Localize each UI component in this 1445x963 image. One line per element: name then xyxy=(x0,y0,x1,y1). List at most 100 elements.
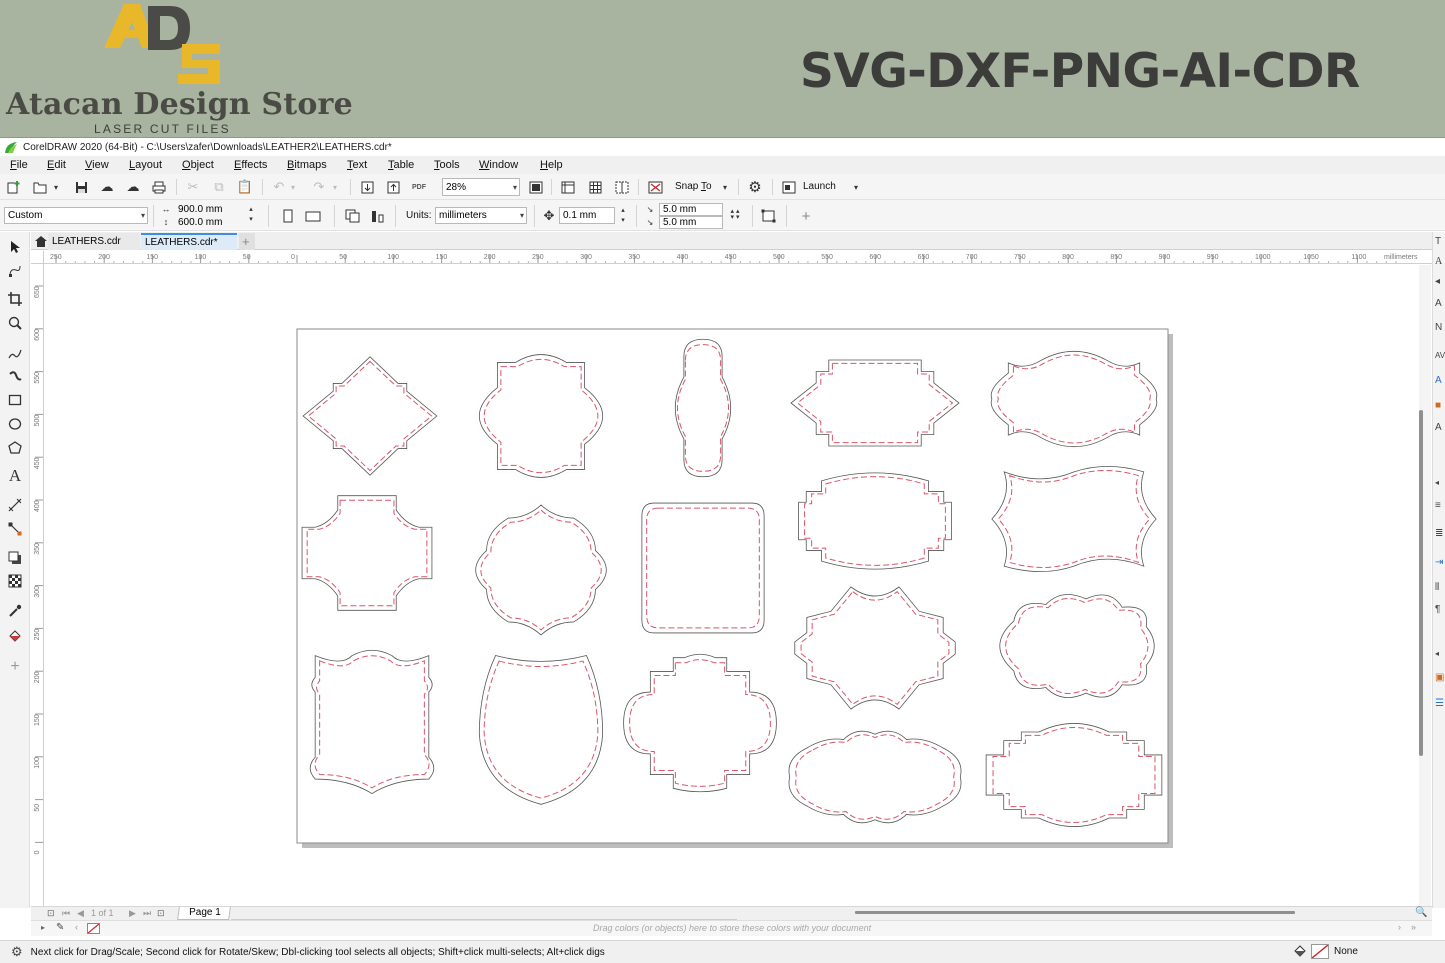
next-page-icon[interactable]: ▶ xyxy=(129,908,136,919)
landscape-orientation-icon[interactable] xyxy=(304,207,322,225)
menu-view[interactable]: View xyxy=(85,159,109,171)
text-tool-icon[interactable]: A xyxy=(4,465,26,487)
add-page-icon[interactable]: ⊡ xyxy=(157,908,165,919)
docker-arrow-icon[interactable]: ◂ xyxy=(1435,276,1445,288)
fill-bucket-icon[interactable] xyxy=(1293,945,1309,962)
show-grid-icon[interactable] xyxy=(586,178,604,196)
cloud-upload-icon[interactable]: ☁ xyxy=(98,178,116,196)
show-guidelines-icon[interactable] xyxy=(613,178,631,196)
menu-object[interactable]: Object xyxy=(182,159,214,171)
docker-columns-icon[interactable]: ⫴ xyxy=(1435,582,1445,594)
zoom-navigator-icon[interactable]: 🔍 xyxy=(1415,907,1427,918)
new-tab-plus-icon[interactable]: + xyxy=(239,233,255,250)
snap-to-button[interactable]: Snap To xyxy=(675,181,712,192)
docker-align-icon[interactable]: ≡ xyxy=(1435,500,1445,512)
status-settings-gear-icon[interactable]: ⚙ xyxy=(11,944,23,960)
parallel-dimension-tool-icon[interactable] xyxy=(4,494,26,516)
menu-layout[interactable]: Layout xyxy=(129,159,162,171)
undo-icon[interactable]: ↶ xyxy=(270,178,288,196)
snap-off-icon[interactable] xyxy=(646,178,664,196)
docker-font-a-icon[interactable]: A xyxy=(1435,298,1445,310)
menu-file[interactable]: File xyxy=(10,159,28,171)
page-preset-chevron-icon[interactable]: ▾ xyxy=(141,211,145,220)
save-icon[interactable] xyxy=(72,178,90,196)
tab-leathers-cdr-active[interactable]: LEATHERS.cdr* xyxy=(141,233,237,250)
snap-to-dropdown-chevron-icon[interactable]: ▾ xyxy=(720,178,730,196)
redo-dropdown-chevron-icon[interactable]: ▾ xyxy=(330,178,340,196)
palette-menu-icon[interactable]: ▸ xyxy=(41,923,45,932)
redo-icon[interactable]: ↷ xyxy=(310,178,328,196)
transparency-tool-icon[interactable] xyxy=(4,570,26,592)
nudge-distance-input[interactable]: 0.1 mm xyxy=(559,207,615,224)
docker-chevron-icon[interactable]: ◂ xyxy=(1435,477,1445,489)
duplicate-spinner-icon[interactable]: ▴ ▴ ▾ ▾ xyxy=(724,203,746,227)
export-icon[interactable] xyxy=(384,178,402,196)
docker-collapse-icon[interactable]: ◂ xyxy=(1435,648,1445,660)
page-width-input[interactable]: 900.0 mm xyxy=(175,203,241,216)
menu-table[interactable]: Table xyxy=(388,159,414,171)
docker-orange-icon[interactable]: ■ xyxy=(1435,400,1445,412)
artistic-media-tool-icon[interactable] xyxy=(4,366,26,388)
ruler-origin-corner[interactable] xyxy=(31,251,44,264)
welcome-home-icon[interactable] xyxy=(31,233,47,250)
zoom-level-combo[interactable]: 28% ▾ xyxy=(442,178,520,196)
treat-as-filled-icon[interactable] xyxy=(759,207,777,225)
cloud-download-icon[interactable]: ☁ xyxy=(124,178,142,196)
docker-indent-icon[interactable]: ⇥ xyxy=(1435,557,1445,569)
fill-none-swatch[interactable] xyxy=(1311,944,1329,959)
menu-window[interactable]: Window xyxy=(479,159,518,171)
docker-paragraph-icon[interactable]: ¶ xyxy=(1435,604,1445,616)
launch-apps-icon[interactable] xyxy=(780,178,798,196)
docker-font-icon[interactable]: A xyxy=(1435,256,1445,268)
add-toolbar-item-icon[interactable]: + xyxy=(797,207,815,225)
add-tool-icon[interactable]: + xyxy=(4,656,26,678)
horizontal-scrollbar-thumb[interactable] xyxy=(855,911,1295,914)
last-page-icon[interactable]: ⏭ xyxy=(143,908,151,919)
rectangle-tool-icon[interactable] xyxy=(4,389,26,411)
paste-icon[interactable]: 📋 xyxy=(236,178,254,196)
page-preset-select[interactable]: Custom ▾ xyxy=(4,207,148,224)
page-height-input[interactable]: 600.0 mm xyxy=(175,216,241,229)
palette-expand-icon[interactable]: » xyxy=(1411,922,1416,932)
freehand-tool-icon[interactable] xyxy=(4,342,26,364)
copy-icon[interactable]: ⧉ xyxy=(210,178,228,196)
previous-page-icon[interactable]: ◀ xyxy=(77,908,84,919)
nudge-spinner-icon[interactable]: ▴ ▾ xyxy=(616,205,630,227)
crop-tool-icon[interactable] xyxy=(4,288,26,310)
launch-dropdown-chevron-icon[interactable]: ▾ xyxy=(851,178,861,196)
options-gear-icon[interactable]: ⚙ xyxy=(746,178,764,196)
menu-edit[interactable]: Edit xyxy=(47,159,66,171)
cut-icon[interactable]: ✂ xyxy=(184,178,202,196)
tab-leathers-cdr[interactable]: LEATHERS.cdr xyxy=(48,233,140,250)
page-nav-add-icon[interactable]: ⊡ xyxy=(47,908,55,919)
vertical-ruler[interactable]: 650600550500450400350300250200150100500 xyxy=(31,264,44,906)
units-chevron-icon[interactable]: ▾ xyxy=(520,211,524,220)
no-color-swatch[interactable] xyxy=(87,923,100,934)
duplicate-distance-y-input[interactable]: 5.0 mm xyxy=(659,216,723,229)
polygon-tool-icon[interactable] xyxy=(4,437,26,459)
docker-orange-square-icon[interactable]: ▣ xyxy=(1435,672,1445,684)
eyedropper-tool-icon[interactable] xyxy=(4,600,26,622)
show-rulers-icon[interactable] xyxy=(559,178,577,196)
page-size-spinner-icon[interactable]: ▴ ▾ xyxy=(242,203,260,227)
docker-font-n-icon[interactable]: N xyxy=(1435,322,1445,334)
first-page-icon[interactable]: ⏮ xyxy=(62,908,70,919)
menu-text[interactable]: Text xyxy=(347,159,367,171)
drawing-page[interactable] xyxy=(296,328,1169,844)
docker-outline-a-icon[interactable]: A xyxy=(1435,422,1445,434)
publish-pdf-icon[interactable]: PDF xyxy=(410,178,428,196)
import-icon[interactable] xyxy=(358,178,376,196)
print-icon[interactable] xyxy=(150,178,168,196)
menu-help[interactable]: Help xyxy=(540,159,563,171)
pick-tool-icon[interactable] xyxy=(4,236,26,258)
duplicate-distance-x-input[interactable]: 5.0 mm xyxy=(659,203,723,216)
docker-blue-lines-icon[interactable]: ☰ xyxy=(1435,698,1445,710)
units-select[interactable]: millimeters ▾ xyxy=(435,207,527,224)
full-screen-preview-icon[interactable] xyxy=(527,178,545,196)
zoom-dropdown-chevron-icon[interactable]: ▾ xyxy=(513,183,517,192)
current-page-icon[interactable] xyxy=(369,207,387,225)
open-dropdown-chevron-icon[interactable]: ▾ xyxy=(51,178,61,196)
shape-tool-icon[interactable] xyxy=(4,260,26,282)
undo-dropdown-chevron-icon[interactable]: ▾ xyxy=(288,178,298,196)
all-pages-icon[interactable] xyxy=(343,207,361,225)
